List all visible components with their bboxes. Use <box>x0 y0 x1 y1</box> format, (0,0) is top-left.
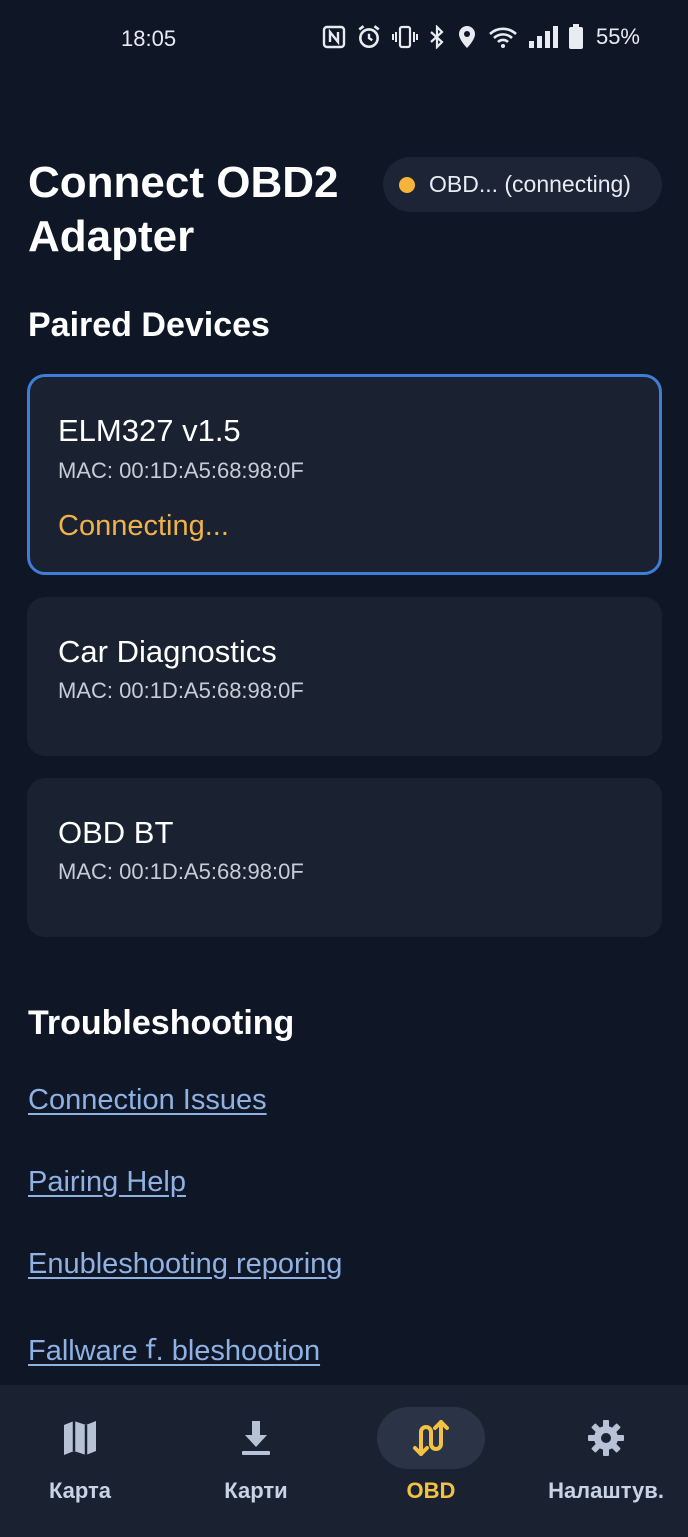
battery-icon <box>568 24 584 50</box>
nav-label: OBD <box>406 1478 456 1503</box>
signal-icon <box>528 25 558 49</box>
screen: 18:05 55% Connect OBD2 Adapter OBD... (c… <box>0 0 688 1537</box>
obd-icon <box>413 1420 449 1456</box>
nav-icon-wrap <box>377 1407 485 1469</box>
link-pairing-help[interactable]: Pairing Help <box>28 1166 186 1199</box>
battery-percent: 55% <box>595 24 640 49</box>
nav-icon-wrap <box>202 1407 310 1469</box>
wifi-icon <box>488 25 518 49</box>
device-mac: MAC: 00:1D:A5:68:98:0F <box>58 678 304 703</box>
vibrate-icon <box>391 25 418 49</box>
page-title: Connect OBD2 Adapter <box>28 158 339 261</box>
link-troubleshooting-reporting[interactable]: Enubleshooting reporing <box>28 1248 342 1281</box>
troubleshooting-title: Troubleshooting <box>28 1004 295 1042</box>
status-dot-icon <box>399 176 415 193</box>
device-mac: MAC: 00:1D:A5:68:98:0F <box>58 859 304 884</box>
device-mac: MAC: 00:1D:A5:68:98:0F <box>58 458 304 483</box>
nav-label: Карта <box>48 1478 112 1503</box>
nav-item-settings[interactable]: Налаштув. <box>520 1385 688 1537</box>
link-firmware-troubleshooting[interactable]: Fallware ꬵ. bleshootion <box>28 1330 320 1369</box>
alarm-icon <box>356 24 382 50</box>
connection-status-chip: OBD... (connecting) <box>383 157 662 212</box>
nav-label: Карти <box>224 1478 288 1503</box>
nav-label: Налаштув. <box>548 1478 664 1503</box>
nav-icon-wrap <box>552 1407 660 1469</box>
device-card-elm327[interactable]: ELM327 v1.5 MAC: 00:1D:A5:68:98:0F Conne… <box>27 374 662 575</box>
device-name: ELM327 v1.5 <box>58 413 241 448</box>
location-icon <box>456 24 478 50</box>
connection-status-text: OBD... (connecting) <box>429 171 631 197</box>
paired-devices-title: Paired Devices <box>28 306 270 344</box>
bottom-nav: Карта Карти OBD Налаштув. <box>0 1385 688 1537</box>
status-icons: 55% <box>322 24 640 50</box>
status-time: 18:05 <box>121 26 177 51</box>
device-card-obd-bt[interactable]: OBD BT MAC: 00:1D:A5:68:98:0F <box>27 778 662 937</box>
status-bar: 18:05 55% <box>0 0 688 80</box>
device-status: Connecting... <box>58 510 229 542</box>
nav-item-downloads[interactable]: Карти <box>170 1385 342 1537</box>
device-card-car-diagnostics[interactable]: Car Diagnostics MAC: 00:1D:A5:68:98:0F <box>27 597 662 756</box>
nav-item-map[interactable]: Карта <box>0 1385 166 1537</box>
download-icon <box>242 1421 270 1455</box>
nav-item-obd[interactable]: OBD <box>345 1385 517 1537</box>
device-name: Car Diagnostics <box>58 634 277 669</box>
link-connection-issues[interactable]: Connection Issues <box>28 1084 267 1117</box>
device-name: OBD BT <box>58 815 174 850</box>
gear-icon <box>588 1420 624 1456</box>
nfc-icon <box>322 25 346 49</box>
nav-icon-wrap <box>26 1407 134 1469</box>
map-icon <box>64 1421 96 1455</box>
bluetooth-icon <box>428 25 446 49</box>
